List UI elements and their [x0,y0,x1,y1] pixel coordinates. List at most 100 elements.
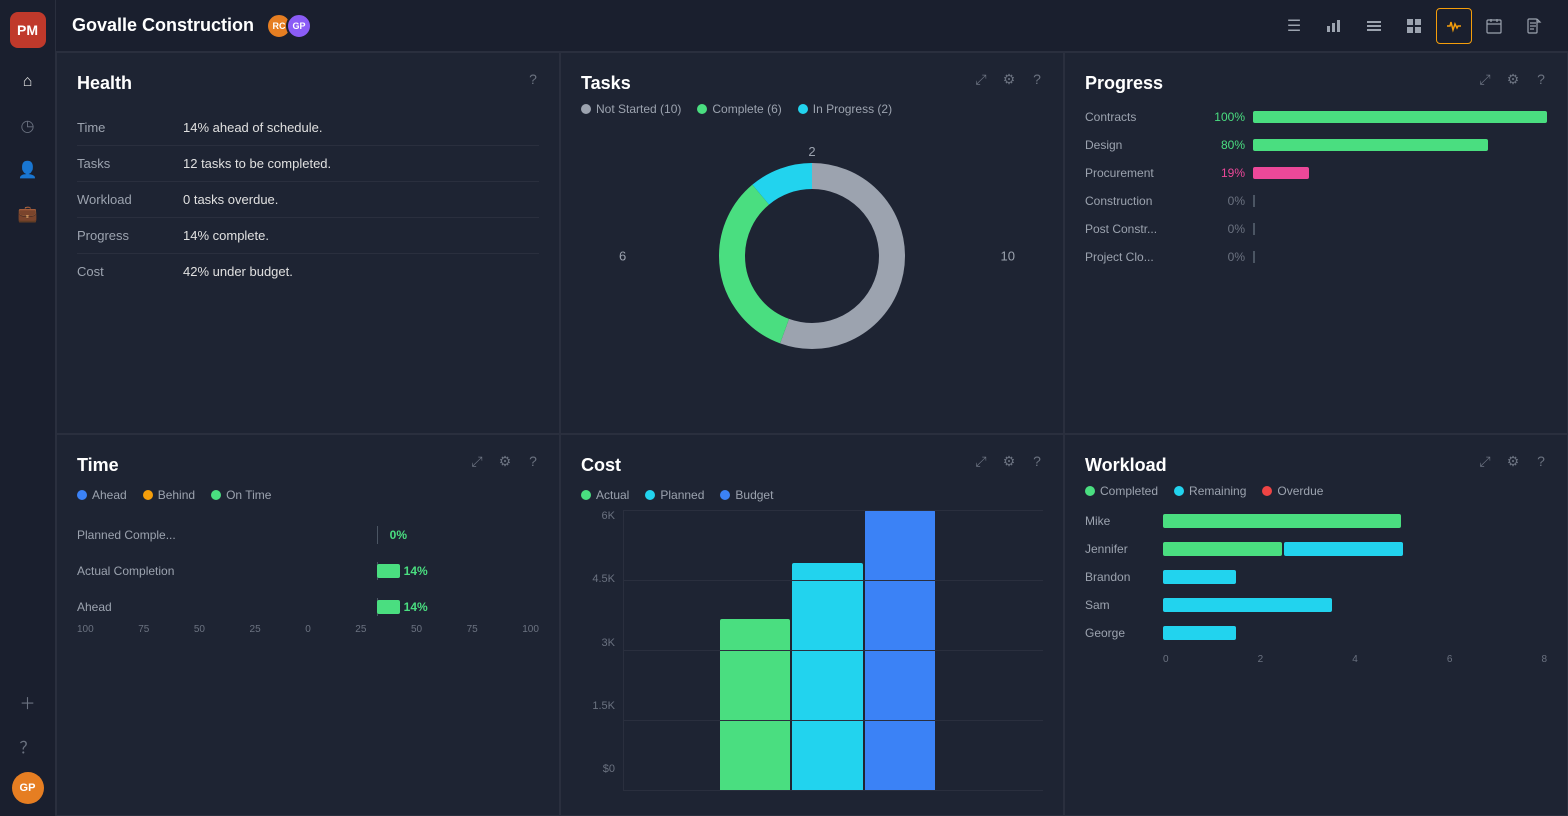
topbar-title: Govalle Construction RC GP [72,13,1264,39]
donut-label-right: 10 [1001,249,1015,264]
progress-row-contracts: Contracts 100% [1085,110,1547,124]
cost-actions: ⤢ ⚙ ? [971,451,1047,471]
cost-legend: Actual Planned Budget [581,488,1043,502]
progress-panel: Progress ⤢ ⚙ ? Contracts 100% Design 80% [1064,52,1568,434]
list-view-button[interactable]: ☰ [1276,8,1312,44]
progress-expand-icon[interactable]: ⤢ [1475,69,1495,89]
george-remaining-bar [1163,626,1236,640]
workload-settings-icon[interactable]: ⚙ [1503,451,1523,471]
complete-dot [697,104,707,114]
time-legend-ahead: Ahead [77,488,127,502]
progress-table: Contracts 100% Design 80% Procurement 19… [1085,110,1547,264]
progress-label-design: Design [1085,138,1195,152]
workload-legend: Completed Remaining Overdue [1085,484,1547,498]
pulse-view-button[interactable] [1436,8,1472,44]
align-view-button[interactable] [1356,8,1392,44]
brandon-remaining-bar [1163,570,1236,584]
cost-expand-icon[interactable]: ⤢ [971,451,991,471]
budget-dot [720,490,730,500]
time-row-actual: Actual Completion 14% [77,562,539,580]
main-content: Govalle Construction RC GP ☰ [56,0,1568,816]
zero-marker-2 [1253,223,1255,235]
progress-bar-fill-design [1253,139,1488,151]
planned-dot [645,490,655,500]
workload-bars-george [1163,626,1547,640]
topbar-icons: ☰ [1276,8,1552,44]
cost-legend-planned: Planned [645,488,704,502]
time-label-ahead: Ahead [77,600,207,614]
sidebar-item-add[interactable]: ＋ [10,684,46,720]
zero-marker-3 [1253,251,1255,263]
table-view-button[interactable] [1396,8,1432,44]
progress-pct-contracts: 100% [1203,110,1245,124]
time-label-actual: Actual Completion [77,564,207,578]
workload-name-mike: Mike [1085,514,1155,528]
completed-dot [1085,486,1095,496]
cost-bars-container [623,510,1043,795]
progress-help-icon[interactable]: ? [1531,69,1551,89]
health-value-workload: 0 tasks overdue. [183,192,278,207]
health-row-progress: Progress 14% complete. [77,218,539,254]
progress-pct-design: 80% [1203,138,1245,152]
topbar: Govalle Construction RC GP ☰ [56,0,1568,52]
workload-row-mike: Mike [1085,514,1547,528]
sidebar-item-history[interactable]: ◷ [10,108,46,144]
progress-row-procurement: Procurement 19% [1085,166,1547,180]
sidebar-item-help[interactable]: ？ [10,728,46,764]
sidebar-item-portfolio[interactable]: 💼 [10,196,46,232]
workload-row-george: George [1085,626,1547,640]
cost-settings-icon[interactable]: ⚙ [999,451,1019,471]
time-pct-ahead: 14% [404,600,428,614]
time-help-icon[interactable]: ? [523,451,543,471]
sidebar-item-home[interactable]: ⌂ [10,64,46,100]
tasks-actions: ⤢ ⚙ ? [971,69,1047,89]
actual-dot [581,490,591,500]
tasks-expand-icon[interactable]: ⤢ [971,69,991,89]
health-value-time: 14% ahead of schedule. [183,120,323,135]
chart-view-button[interactable] [1316,8,1352,44]
workload-help-icon[interactable]: ? [1531,451,1551,471]
doc-view-button[interactable] [1516,8,1552,44]
progress-bar-design [1253,139,1547,151]
remaining-dot [1174,486,1184,496]
jennifer-remaining-bar [1284,542,1403,556]
sidebar-item-team[interactable]: 👤 [10,152,46,188]
progress-row-design: Design 80% [1085,138,1547,152]
donut-chart: 6 10 2 [581,126,1043,386]
tasks-legend-in-progress: In Progress (2) [798,102,892,116]
project-title: Govalle Construction [72,15,254,36]
app-logo[interactable]: PM [10,12,46,48]
progress-label-project-clo: Project Clo... [1085,250,1195,264]
center-line [377,526,378,544]
progress-row-construction: Construction 0% [1085,194,1547,208]
grid-line-1 [624,510,1043,511]
health-help-icon[interactable]: ? [523,69,543,89]
time-legend-on-time: On Time [211,488,271,502]
overdue-dot [1262,486,1272,496]
workload-actions: ⤢ ⚙ ? [1475,451,1551,471]
time-settings-icon[interactable]: ⚙ [495,451,515,471]
tasks-help-icon[interactable]: ? [1027,69,1047,89]
calendar-view-button[interactable] [1476,8,1512,44]
cost-chart-inner: 6K 4.5K 3K 1.5K $0 [581,510,1043,795]
progress-label-procurement: Procurement [1085,166,1195,180]
workload-bars-mike [1163,514,1547,528]
time-chart: Planned Comple... 0% Actual Completion [77,526,539,795]
progress-bar-project-clo [1253,251,1547,263]
workload-expand-icon[interactable]: ⤢ [1475,451,1495,471]
time-actions: ⤢ ⚙ ? [467,451,543,471]
progress-pct-construction: 0% [1203,194,1245,208]
workload-legend-remaining: Remaining [1174,484,1246,498]
tasks-settings-icon[interactable]: ⚙ [999,69,1019,89]
cost-help-icon[interactable]: ? [1027,451,1047,471]
donut-label-left: 6 [619,249,626,264]
workload-row-jennifer: Jennifer [1085,542,1547,556]
progress-bar-fill-procurement [1253,167,1309,179]
workload-name-brandon: Brandon [1085,570,1155,584]
progress-pct-procurement: 19% [1203,166,1245,180]
progress-settings-icon[interactable]: ⚙ [1503,69,1523,89]
time-label-planned: Planned Comple... [77,528,207,542]
workload-bars-sam [1163,598,1547,612]
sidebar-user-avatar[interactable]: GP [12,772,44,804]
time-expand-icon[interactable]: ⤢ [467,451,487,471]
